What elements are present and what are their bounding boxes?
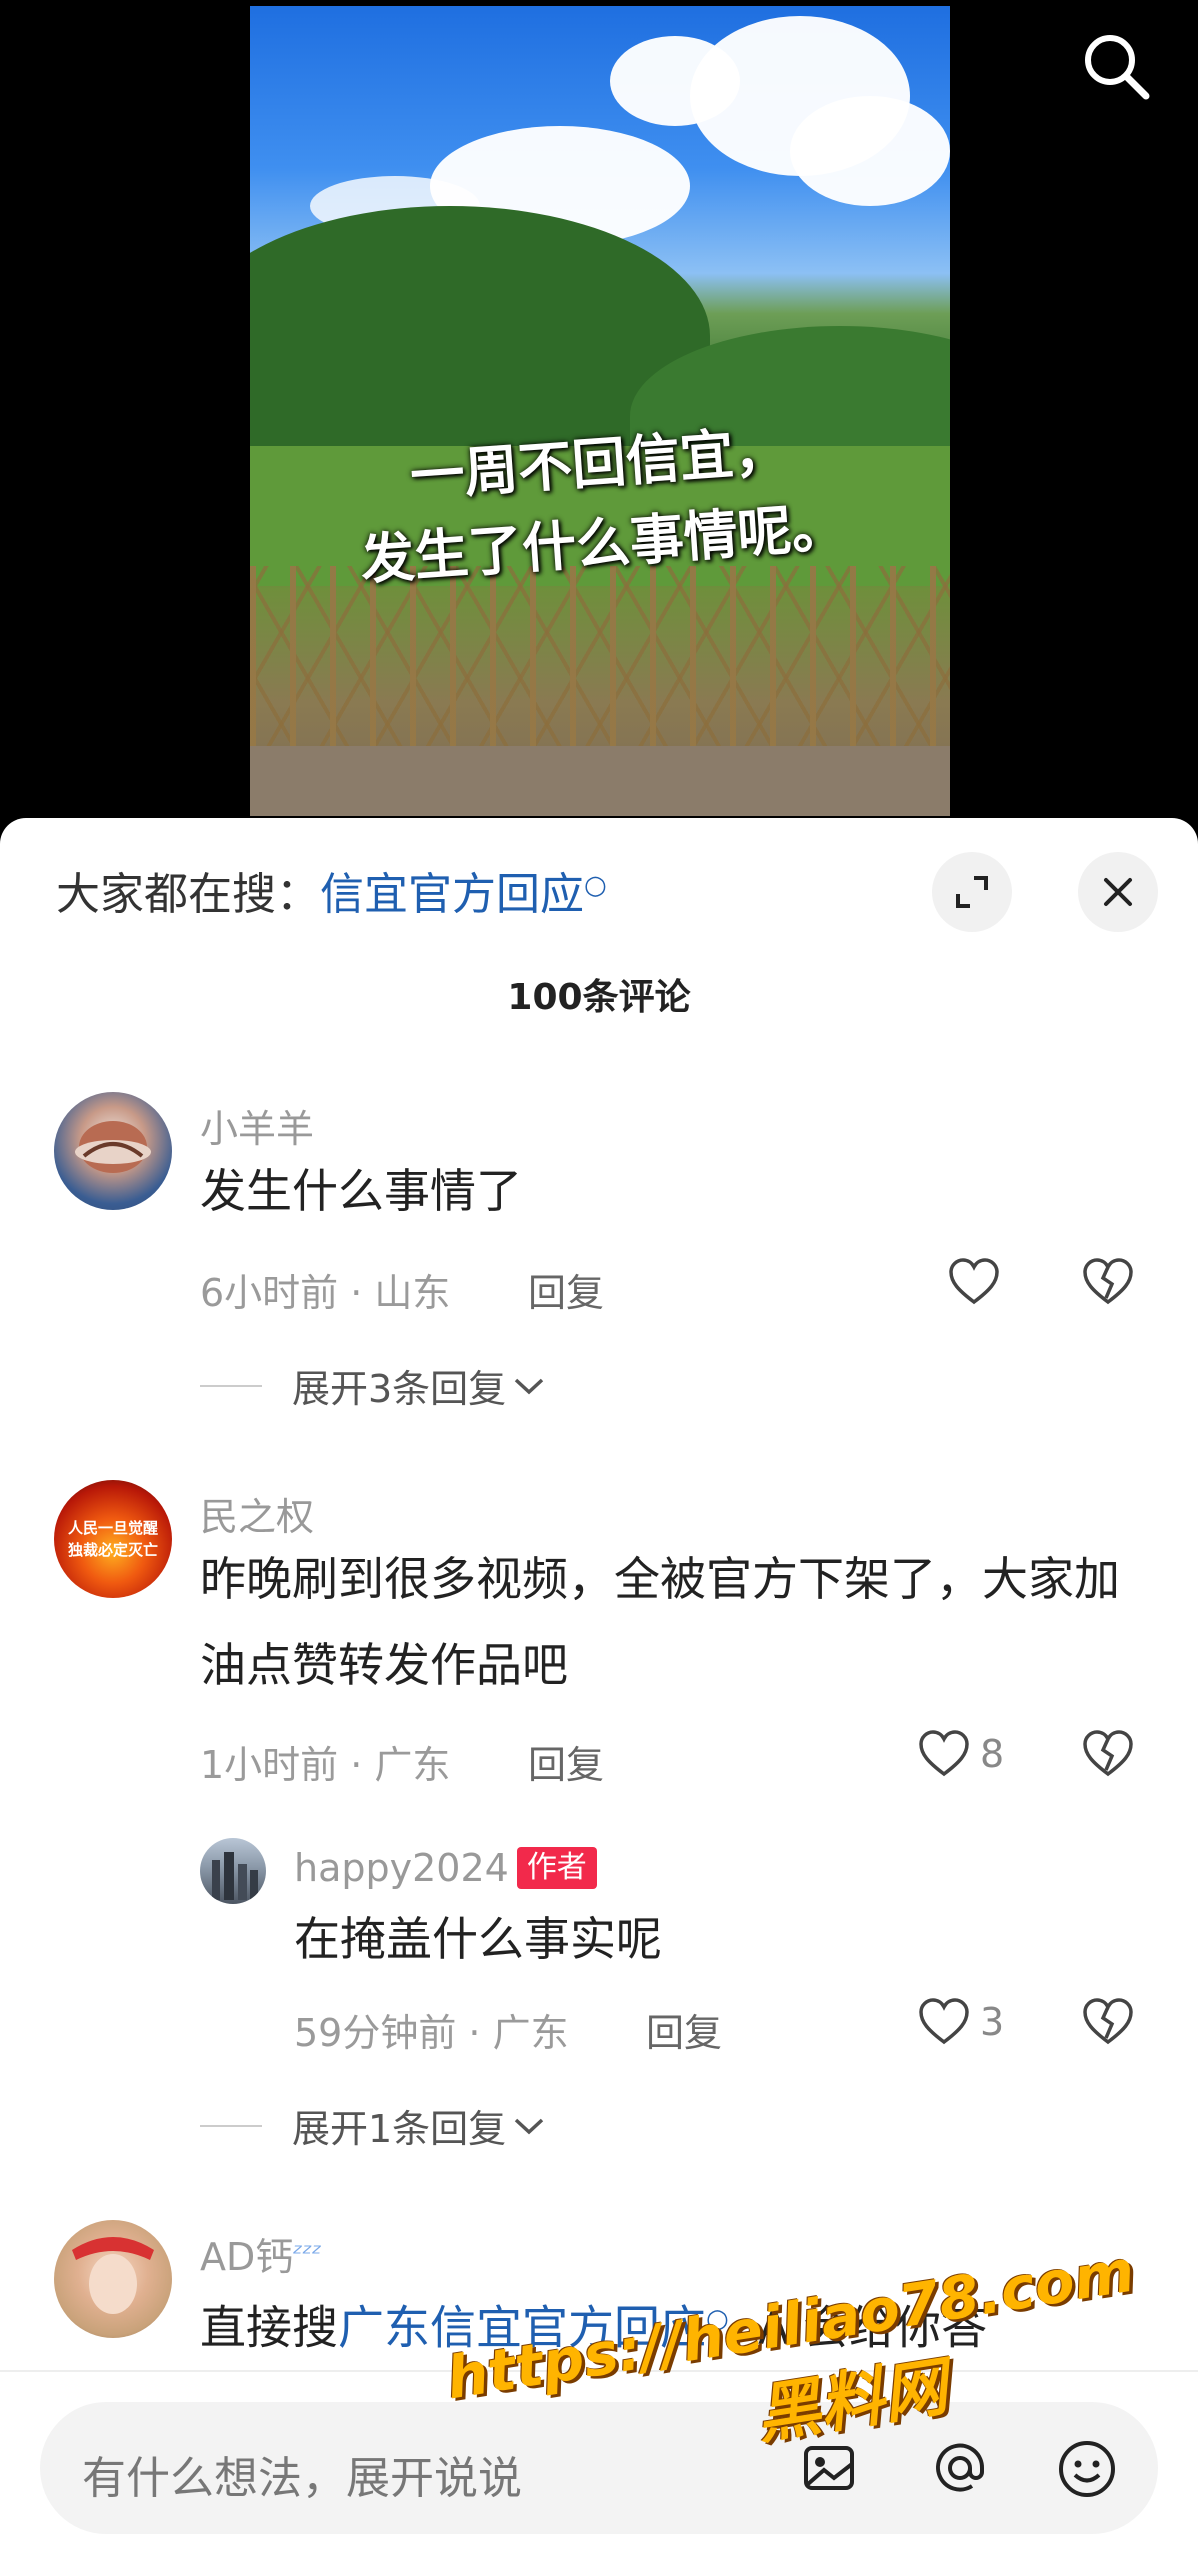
reply-username[interactable]: happy2024: [294, 1846, 509, 1890]
zzz-icon: ᶻᶻᶻ: [293, 2239, 322, 2269]
comment-text-suffix: AI会给你答: [757, 2300, 987, 2355]
close-button[interactable]: [1078, 852, 1158, 932]
comment-username-row: AD钙ᶻᶻᶻ: [200, 2226, 322, 2281]
comment-username[interactable]: 民之权: [200, 1486, 314, 1541]
dislike-button[interactable]: [1082, 1258, 1134, 1310]
hot-search-label: 大家都在搜：: [56, 869, 320, 920]
chevron-down-icon: [515, 1378, 544, 1394]
comment-time-location: 6小时前 · 山东: [200, 1271, 451, 1315]
expand-replies-button[interactable]: 展开1条回复: [200, 2098, 546, 2153]
reply-button[interactable]: 回复: [528, 1734, 604, 1789]
like-count: 3: [980, 2000, 1005, 2044]
broken-heart-icon: [1083, 1258, 1133, 1305]
hot-search-keyword[interactable]: 信宜官方回应: [320, 869, 584, 920]
search-link[interactable]: 广东信宜官方回应: [338, 2300, 706, 2354]
hot-search-bar[interactable]: 大家都在搜：信宜官方回应○: [56, 858, 607, 922]
avatar[interactable]: [200, 1838, 266, 1904]
reply-username-row: happy2024 作者: [294, 1846, 597, 1890]
expand-sheet-button[interactable]: [932, 852, 1012, 932]
avatar-text: 人民一旦觉醒 独裁必定灭亡: [68, 1519, 159, 1559]
chevron-down-icon: [515, 2118, 544, 2134]
divider-line: [200, 1384, 262, 1387]
reply-text: 在掩盖什么事实呢: [294, 1912, 662, 1966]
heart-icon: [919, 1998, 969, 2045]
author-badge: 作者: [516, 1847, 597, 1889]
broken-heart-icon: [1083, 1730, 1133, 1777]
search-icon[interactable]: [1080, 30, 1152, 102]
comment-count: 100条评论: [507, 977, 691, 1018]
comment-text-prefix: 直接搜: [200, 2300, 338, 2355]
comment-text: 直接搜广东信宜官方回应○ AI会给你答: [200, 2276, 1160, 2362]
reply-button[interactable]: 回复: [528, 1262, 604, 1317]
heart-icon: [949, 1258, 999, 1305]
search-small-icon: ○: [584, 870, 607, 901]
road-shape: [250, 746, 950, 816]
like-button[interactable]: 3: [918, 1998, 1004, 2046]
comment-sheet: 大家都在搜：信宜官方回应○ 100条评论 小羊羊 发生什么事情了 6小时前 · …: [0, 818, 1198, 2560]
mention-icon[interactable]: [930, 2438, 990, 2502]
comment-username[interactable]: 小羊羊: [200, 1098, 314, 1153]
like-button[interactable]: 8: [918, 1730, 1004, 1778]
dislike-button[interactable]: [1082, 1730, 1134, 1782]
comment-text: 发生什么事情了: [200, 1164, 522, 1218]
emoji-icon[interactable]: [1056, 2438, 1118, 2504]
comment-username[interactable]: AD钙: [200, 2235, 293, 2279]
search-small-icon: ○: [706, 2304, 729, 2334]
comment-text: 昨晚刷到很多视频，全被官方下架了，大家加油点赞转发作品吧: [200, 1552, 1120, 1692]
divider-line: [200, 2124, 262, 2127]
reply-time-location: 59分钟前 · 广东: [294, 2011, 569, 2055]
heart-icon: [919, 1730, 969, 1777]
expand-icon: [956, 876, 988, 908]
expand-replies-label: 展开1条回复: [292, 2107, 507, 2151]
like-count: 8: [980, 1732, 1005, 1776]
avatar[interactable]: [54, 2220, 172, 2338]
close-icon: [1104, 878, 1132, 906]
comment-input-placeholder: 有什么想法，展开说说: [82, 2453, 522, 2504]
reply-button[interactable]: 回复: [646, 2002, 722, 2057]
dislike-button[interactable]: [1082, 1998, 1134, 2050]
avatar[interactable]: [54, 1092, 172, 1210]
video-player[interactable]: 一周不回信宜， 发生了什么事情呢。: [0, 0, 1198, 830]
broken-heart-icon: [1083, 1998, 1133, 2045]
expand-replies-button[interactable]: 展开3条回复: [200, 1358, 546, 1413]
expand-replies-label: 展开3条回复: [292, 1367, 507, 1411]
avatar[interactable]: 人民一旦觉醒 独裁必定灭亡: [54, 1480, 172, 1598]
comment-input-bar: 有什么想法，展开说说: [0, 2370, 1198, 2562]
like-button[interactable]: [948, 1258, 1000, 1306]
cloud-shape: [790, 96, 950, 206]
image-icon[interactable]: [800, 2438, 860, 2502]
comment-time-location: 1小时前 · 广东: [200, 1743, 451, 1787]
video-frame[interactable]: 一周不回信宜， 发生了什么事情呢。: [250, 6, 950, 816]
bamboo-fence: [250, 566, 950, 766]
comment-input[interactable]: 有什么想法，展开说说: [40, 2402, 1158, 2534]
